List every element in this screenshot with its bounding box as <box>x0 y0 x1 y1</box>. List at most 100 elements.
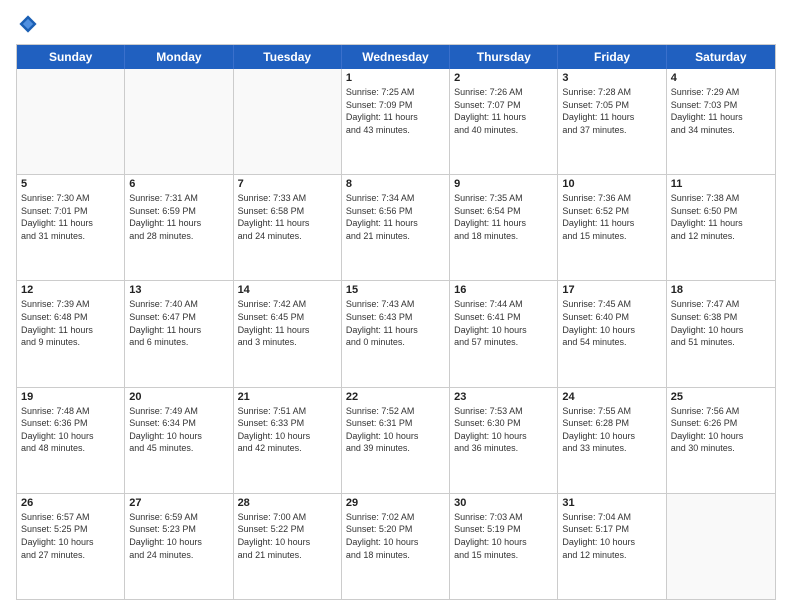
cell-info: Sunrise: 7:35 AMSunset: 6:54 PMDaylight:… <box>454 192 553 242</box>
day-of-week-thursday: Thursday <box>450 45 558 69</box>
calendar-cell: 8Sunrise: 7:34 AMSunset: 6:56 PMDaylight… <box>342 175 450 280</box>
calendar-cell: 21Sunrise: 7:51 AMSunset: 6:33 PMDayligh… <box>234 388 342 493</box>
day-number: 17 <box>562 284 661 296</box>
day-number: 19 <box>21 391 120 403</box>
cell-info: Sunrise: 7:30 AMSunset: 7:01 PMDaylight:… <box>21 192 120 242</box>
cell-info: Sunrise: 7:29 AMSunset: 7:03 PMDaylight:… <box>671 86 771 136</box>
day-number: 15 <box>346 284 445 296</box>
cell-info: Sunrise: 7:36 AMSunset: 6:52 PMDaylight:… <box>562 192 661 242</box>
calendar-cell <box>667 494 775 599</box>
calendar-cell: 13Sunrise: 7:40 AMSunset: 6:47 PMDayligh… <box>125 281 233 386</box>
cell-info: Sunrise: 6:57 AMSunset: 5:25 PMDaylight:… <box>21 511 120 561</box>
day-number: 16 <box>454 284 553 296</box>
cell-info: Sunrise: 7:44 AMSunset: 6:41 PMDaylight:… <box>454 298 553 348</box>
calendar-cell: 7Sunrise: 7:33 AMSunset: 6:58 PMDaylight… <box>234 175 342 280</box>
day-number: 2 <box>454 72 553 84</box>
day-number: 3 <box>562 72 661 84</box>
day-number: 7 <box>238 178 337 190</box>
cell-info: Sunrise: 7:02 AMSunset: 5:20 PMDaylight:… <box>346 511 445 561</box>
day-number: 4 <box>671 72 771 84</box>
calendar-cell: 14Sunrise: 7:42 AMSunset: 6:45 PMDayligh… <box>234 281 342 386</box>
calendar-cell: 22Sunrise: 7:52 AMSunset: 6:31 PMDayligh… <box>342 388 450 493</box>
cell-info: Sunrise: 7:56 AMSunset: 6:26 PMDaylight:… <box>671 405 771 455</box>
calendar-body: 1 Sunrise: 7:25 AMSunset: 7:09 PMDaylight… <box>17 69 775 599</box>
calendar-cell: 31Sunrise: 7:04 AMSunset: 5:17 PMDayligh… <box>558 494 666 599</box>
cell-info: Sunrise: 7:55 AMSunset: 6:28 PMDaylight:… <box>562 405 661 455</box>
calendar-cell: 17 Sunrise: 7:45 AMSunset: 6:40 PMDayligh… <box>558 281 666 386</box>
cell-info: Sunrise: 7:03 AMSunset: 5:19 PMDaylight:… <box>454 511 553 561</box>
cell-info: Sunrise: 7:25 AMSunset: 7:09 PMDaylight:… <box>346 86 445 136</box>
day-number: 25 <box>671 391 771 403</box>
cell-info: Sunrise: 7:52 AMSunset: 6:31 PMDaylight:… <box>346 405 445 455</box>
calendar: SundayMondayTuesdayWednesdayThursdayFrid… <box>16 44 776 600</box>
day-number: 26 <box>21 497 120 509</box>
cell-info: Sunrise: 6:59 AMSunset: 5:23 PMDaylight:… <box>129 511 228 561</box>
logo <box>16 12 44 36</box>
calendar-cell <box>125 69 233 174</box>
day-number: 12 <box>21 284 120 296</box>
day-number: 29 <box>346 497 445 509</box>
cell-info: Sunrise: 7:45 AMSunset: 6:40 PMDaylight:… <box>562 298 661 348</box>
day-of-week-monday: Monday <box>125 45 233 69</box>
day-number: 23 <box>454 391 553 403</box>
calendar-week-2: 5 Sunrise: 7:30 AMSunset: 7:01 PMDaylight… <box>17 175 775 281</box>
calendar-cell: 26 Sunrise: 6:57 AMSunset: 5:25 PMDayligh… <box>17 494 125 599</box>
cell-info: Sunrise: 7:39 AMSunset: 6:48 PMDaylight:… <box>21 298 120 348</box>
cell-info: Sunrise: 7:49 AMSunset: 6:34 PMDaylight:… <box>129 405 228 455</box>
calendar-cell: 2 Sunrise: 7:26 AMSunset: 7:07 PMDaylight… <box>450 69 558 174</box>
cell-info: Sunrise: 7:26 AMSunset: 7:07 PMDaylight:… <box>454 86 553 136</box>
calendar-cell: 18 Sunrise: 7:47 AMSunset: 6:38 PMDayligh… <box>667 281 775 386</box>
calendar-cell: 3 Sunrise: 7:28 AMSunset: 7:05 PMDaylight… <box>558 69 666 174</box>
calendar-week-4: 19 Sunrise: 7:48 AMSunset: 6:36 PMDayligh… <box>17 388 775 494</box>
cell-info: Sunrise: 7:31 AMSunset: 6:59 PMDaylight:… <box>129 192 228 242</box>
calendar-cell: 30 Sunrise: 7:03 AMSunset: 5:19 PMDayligh… <box>450 494 558 599</box>
calendar-cell: 5 Sunrise: 7:30 AMSunset: 7:01 PMDaylight… <box>17 175 125 280</box>
calendar-cell: 4 Sunrise: 7:29 AMSunset: 7:03 PMDaylight… <box>667 69 775 174</box>
day-of-week-wednesday: Wednesday <box>342 45 450 69</box>
day-number: 20 <box>129 391 228 403</box>
day-number: 5 <box>21 178 120 190</box>
day-number: 9 <box>454 178 553 190</box>
calendar-cell <box>17 69 125 174</box>
day-number: 1 <box>346 72 445 84</box>
day-of-week-tuesday: Tuesday <box>234 45 342 69</box>
day-number: 28 <box>238 497 337 509</box>
calendar-cell: 20 Sunrise: 7:49 AMSunset: 6:34 PMDayligh… <box>125 388 233 493</box>
cell-info: Sunrise: 7:38 AMSunset: 6:50 PMDaylight:… <box>671 192 771 242</box>
calendar-cell: 16 Sunrise: 7:44 AMSunset: 6:41 PMDayligh… <box>450 281 558 386</box>
calendar-week-5: 26 Sunrise: 6:57 AMSunset: 5:25 PMDayligh… <box>17 494 775 599</box>
calendar-week-3: 12 Sunrise: 7:39 AMSunset: 6:48 PMDayligh… <box>17 281 775 387</box>
header <box>16 12 776 36</box>
day-number: 30 <box>454 497 553 509</box>
day-number: 27 <box>129 497 228 509</box>
logo-icon <box>16 12 40 36</box>
day-number: 24 <box>562 391 661 403</box>
calendar-cell: 15 Sunrise: 7:43 AMSunset: 6:43 PMDayligh… <box>342 281 450 386</box>
calendar-cell <box>234 69 342 174</box>
day-of-week-saturday: Saturday <box>667 45 775 69</box>
day-number: 6 <box>129 178 228 190</box>
cell-info: Sunrise: 7:04 AMSunset: 5:17 PMDaylight:… <box>562 511 661 561</box>
cell-info: Sunrise: 7:48 AMSunset: 6:36 PMDaylight:… <box>21 405 120 455</box>
cell-info: Sunrise: 7:47 AMSunset: 6:38 PMDaylight:… <box>671 298 771 348</box>
day-number: 14 <box>238 284 337 296</box>
day-number: 10 <box>562 178 661 190</box>
cell-info: Sunrise: 7:53 AMSunset: 6:30 PMDaylight:… <box>454 405 553 455</box>
calendar-cell: 29 Sunrise: 7:02 AMSunset: 5:20 PMDayligh… <box>342 494 450 599</box>
cell-info: Sunrise: 7:43 AMSunset: 6:43 PMDaylight:… <box>346 298 445 348</box>
calendar-cell: 24 Sunrise: 7:55 AMSunset: 6:28 PMDayligh… <box>558 388 666 493</box>
cell-info: Sunrise: 7:28 AMSunset: 7:05 PMDaylight:… <box>562 86 661 136</box>
day-of-week-sunday: Sunday <box>17 45 125 69</box>
calendar-cell: 25 Sunrise: 7:56 AMSunset: 6:26 PMDayligh… <box>667 388 775 493</box>
cell-info: Sunrise: 7:34 AMSunset: 6:56 PMDaylight:… <box>346 192 445 242</box>
cell-info: Sunrise: 7:51 AMSunset: 6:33 PMDaylight:… <box>238 405 337 455</box>
calendar-cell: 28 Sunrise: 7:00 AMSunset: 5:22 PMDayligh… <box>234 494 342 599</box>
calendar-cell: 27 Sunrise: 6:59 AMSunset: 5:23 PMDayligh… <box>125 494 233 599</box>
day-number: 18 <box>671 284 771 296</box>
calendar-cell: 9 Sunrise: 7:35 AMSunset: 6:54 PMDaylight… <box>450 175 558 280</box>
calendar-header: SundayMondayTuesdayWednesdayThursdayFrid… <box>17 45 775 69</box>
cell-info: Sunrise: 7:00 AMSunset: 5:22 PMDaylight:… <box>238 511 337 561</box>
calendar-cell: 12 Sunrise: 7:39 AMSunset: 6:48 PMDayligh… <box>17 281 125 386</box>
day-number: 11 <box>671 178 771 190</box>
calendar-cell: 23 Sunrise: 7:53 AMSunset: 6:30 PMDayligh… <box>450 388 558 493</box>
